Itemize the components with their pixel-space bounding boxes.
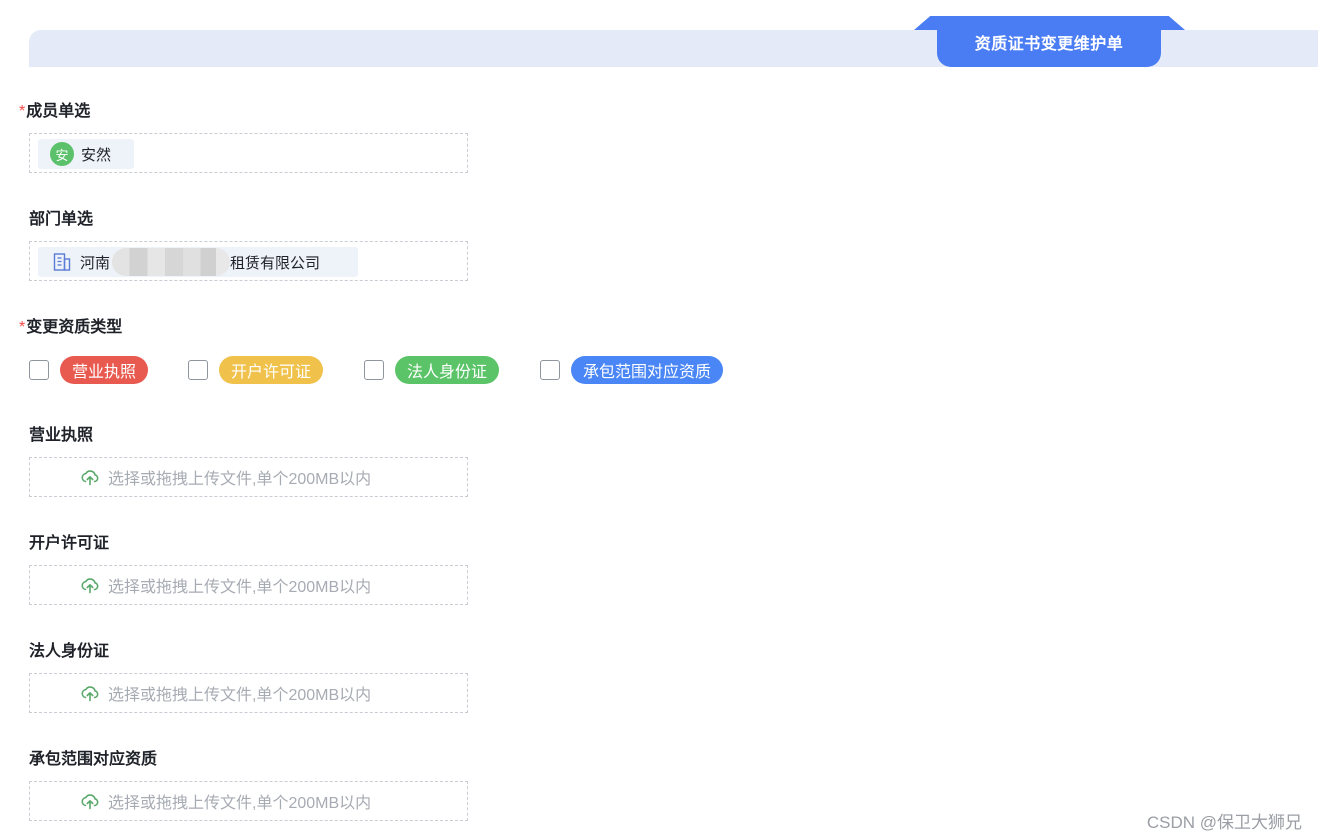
checkbox-empty-icon[interactable] [188, 360, 208, 380]
required-mark: * [19, 103, 26, 120]
cloud-upload-icon [81, 578, 99, 594]
member-label-text: 成员单选 [26, 103, 91, 120]
upload-label-account-permit: 开户许可证 [29, 534, 109, 554]
cloud-upload-icon [81, 470, 99, 486]
form-title: 资质证书变更维护单 [974, 35, 1124, 53]
building-icon [52, 252, 72, 272]
department-field-label: 部门单选 [29, 210, 93, 230]
checkbox-empty-icon[interactable] [364, 360, 384, 380]
department-name-start: 河南 [80, 254, 111, 272]
csdn-watermark: CSDN @保卫大狮兄 [1146, 813, 1302, 832]
qualification-type-label-text: 变更资质类型 [26, 319, 123, 336]
upload-hint-text: 选择或拖拽上传文件,单个200MB以内 [108, 579, 372, 596]
department-label-text: 部门单选 [29, 211, 94, 228]
upload-hint[interactable]: 选择或拖拽上传文件,单个200MB以内 [80, 782, 371, 820]
upload-hint[interactable]: 选择或拖拽上传文件,单个200MB以内 [80, 458, 371, 496]
upload-box-legal-id[interactable]: 选择或拖拽上传文件,单个200MB以内 [29, 673, 468, 713]
upload-box-contract-scope[interactable]: 选择或拖拽上传文件,单个200MB以内 [29, 781, 468, 821]
cloud-upload-icon [81, 686, 99, 702]
option-tag: 营业执照 [60, 356, 149, 384]
option-account-permit[interactable]: 开户许可证 [188, 355, 324, 385]
option-business-license[interactable]: 营业执照 [29, 355, 149, 385]
option-legal-id[interactable]: 法人身份证 [364, 355, 500, 385]
required-mark: * [19, 319, 26, 336]
upload-label-business-license: 营业执照 [29, 426, 93, 446]
upload-hint-text: 选择或拖拽上传文件,单个200MB以内 [108, 471, 372, 488]
cloud-upload-icon [81, 794, 99, 810]
option-tag: 法人身份证 [395, 356, 500, 384]
upload-box-account-permit[interactable]: 选择或拖拽上传文件,单个200MB以内 [29, 565, 468, 605]
upload-hint[interactable]: 选择或拖拽上传文件,单个200MB以内 [80, 566, 371, 604]
redacted-text-blur [112, 248, 231, 276]
checkbox-empty-icon[interactable] [29, 360, 49, 380]
member-chip[interactable]: 安 安然 [38, 139, 134, 169]
member-select-box[interactable]: 安 安然 [29, 133, 468, 173]
upload-box-business-license[interactable]: 选择或拖拽上传文件,单个200MB以内 [29, 457, 468, 497]
member-field-label: *成员单选 [19, 102, 90, 122]
department-select-box[interactable]: 河南 租赁有限公司 [29, 241, 468, 281]
upload-label-text: 承包范围对应资质 [29, 751, 158, 768]
member-name: 安然 [81, 146, 112, 164]
checkbox-empty-icon[interactable] [540, 360, 560, 380]
upload-label-text: 营业执照 [29, 427, 94, 444]
option-tag: 承包范围对应资质 [571, 356, 724, 384]
department-chip[interactable]: 河南 租赁有限公司 [38, 247, 358, 277]
upload-hint-text: 选择或拖拽上传文件,单个200MB以内 [108, 795, 372, 812]
upload-hint[interactable]: 选择或拖拽上传文件,单个200MB以内 [80, 674, 371, 712]
upload-label-text: 法人身份证 [29, 643, 110, 660]
option-contract-scope[interactable]: 承包范围对应资质 [540, 355, 724, 385]
upload-label-contract-scope: 承包范围对应资质 [29, 750, 157, 770]
option-tag: 开户许可证 [219, 356, 324, 384]
member-avatar: 安 [50, 142, 74, 166]
upload-label-text: 开户许可证 [29, 535, 110, 552]
upload-hint-text: 选择或拖拽上传文件,单个200MB以内 [108, 687, 372, 704]
department-name-end: 租赁有限公司 [230, 254, 321, 272]
qualification-type-label: *变更资质类型 [19, 318, 122, 338]
upload-label-legal-id: 法人身份证 [29, 642, 109, 662]
form-title-tab: 资质证书变更维护单 [937, 16, 1161, 67]
